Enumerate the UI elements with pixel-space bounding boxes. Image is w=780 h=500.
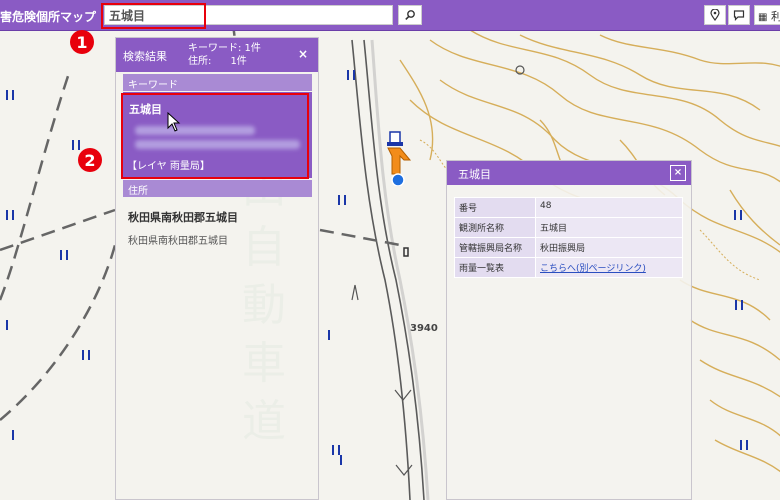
- table-value: 48: [535, 197, 683, 218]
- step-marker-1: 1: [70, 30, 94, 54]
- search-button[interactable]: [398, 5, 422, 25]
- book-icon: ▦: [758, 12, 768, 23]
- close-popup-button[interactable]: ×: [670, 165, 686, 181]
- popup-header: 五城目 ×: [447, 161, 691, 185]
- result-layer-label: 【レイヤ 雨量局】: [127, 161, 210, 172]
- search-input[interactable]: [104, 5, 393, 25]
- search-results-panel: 検索結果 キーワード: 1件 住所: 1件 × キーワード 五城目 【レイヤ 雨…: [115, 37, 319, 500]
- table-value: 秋田振興局: [535, 237, 683, 258]
- rain-gauge-icon: [387, 131, 412, 187]
- address-section-header: 住所: [123, 180, 312, 197]
- table-key: 管轄振興局名称: [454, 237, 536, 258]
- top-toolbar: 害危険個所マップ ▦ 利: [0, 0, 780, 31]
- search-results-count: キーワード: 1件 住所: 1件: [188, 43, 261, 67]
- search-results-title: 検索結果: [123, 50, 167, 63]
- location-button[interactable]: [704, 5, 726, 25]
- rainfall-list-link[interactable]: こちらへ(別ページリンク): [540, 264, 646, 274]
- mouse-cursor-icon: [167, 112, 181, 132]
- usage-guide-button[interactable]: ▦ 利: [754, 5, 780, 25]
- step-marker-2: 2: [78, 148, 102, 172]
- address-result-title[interactable]: 秋田県南秋田郡五城目: [128, 209, 238, 225]
- redacted-text: [135, 140, 300, 149]
- result-title: 五城目: [129, 103, 162, 116]
- map-elevation-label: 3940: [410, 323, 438, 334]
- redacted-text: [135, 126, 255, 135]
- search-icon: [405, 10, 415, 20]
- table-row: 番号 48: [454, 197, 683, 218]
- speech-bubble-icon: [733, 10, 745, 21]
- table-value: こちらへ(別ページリンク): [535, 257, 683, 278]
- usage-guide-label: 利: [771, 10, 780, 23]
- table-row: 雨量一覧表 こちらへ(別ページリンク): [454, 257, 683, 278]
- station-info-popup: 五城目 × 番号 48 観測所名称 五城目 管轄振興局名称 秋田振興局 雨量一覧…: [446, 160, 692, 500]
- keyword-result-item[interactable]: 五城目 【レイヤ 雨量局】: [123, 92, 312, 178]
- comment-button[interactable]: [728, 5, 750, 25]
- app-title: 害危険個所マップ: [0, 10, 97, 24]
- search-results-header: 検索結果 キーワード: 1件 住所: 1件 ×: [116, 38, 318, 72]
- table-key: 番号: [454, 197, 536, 218]
- close-panel-button[interactable]: ×: [298, 47, 308, 61]
- station-info-table: 番号 48 観測所名称 五城目 管轄振興局名称 秋田振興局 雨量一覧表 こちらへ…: [454, 197, 683, 278]
- address-result-sub: 秋田県南秋田郡五城目: [128, 236, 228, 247]
- location-pin-icon: [710, 9, 720, 21]
- table-row: 管轄振興局名称 秋田振興局: [454, 237, 683, 258]
- table-value: 五城目: [535, 217, 683, 238]
- popup-title: 五城目: [458, 168, 491, 181]
- table-row: 観測所名称 五城目: [454, 217, 683, 238]
- keyword-section-header: キーワード: [123, 74, 312, 91]
- table-key: 観測所名称: [454, 217, 536, 238]
- table-key: 雨量一覧表: [454, 257, 536, 278]
- rain-station-marker[interactable]: [384, 130, 414, 187]
